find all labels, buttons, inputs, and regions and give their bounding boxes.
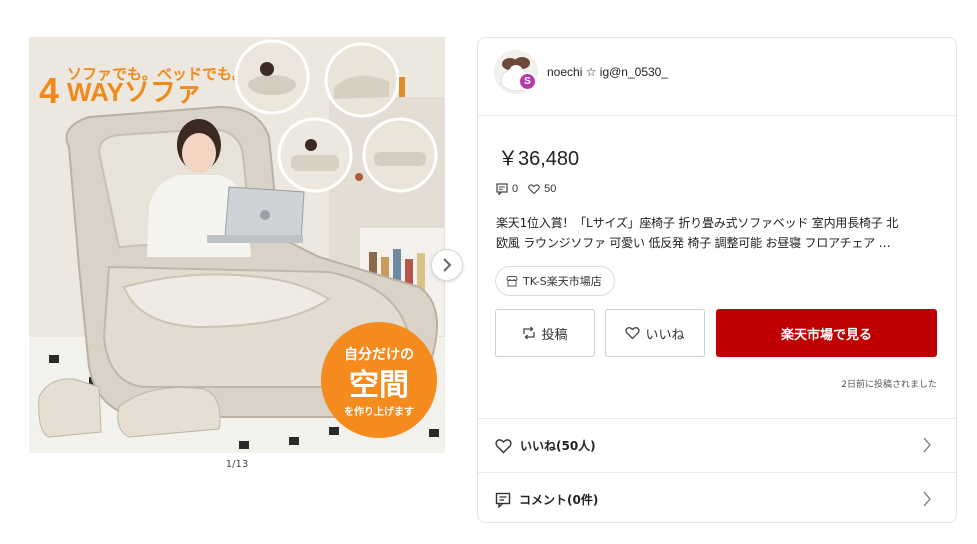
user-badge: S [518,72,537,91]
description-line2: 欧風 ラウンジソファ 可愛い 低反発 椅子 調整可能 お昼寝 フロアチェア … [496,236,891,250]
stats-bar: 0 50 [496,183,566,195]
heart-icon [625,327,641,340]
comments-row[interactable]: コメント(0件) [478,472,956,526]
description-line1: 楽天1位入賞！「Lサイズ」座椅子 折り畳み式ソファベッド 室内用長椅子 北 [496,216,899,230]
username[interactable]: noechi ☆ ig@n_0530_ [547,65,668,79]
post-button[interactable]: 投稿 [495,309,595,357]
comment-count: 0 [512,183,519,195]
badge-line1: 自分だけの [344,346,414,362]
headline-num: 4 [39,70,59,111]
comment-icon [496,183,508,195]
shop-name: TK-S楽天市場店 [523,275,602,288]
product-info-panel: S noechi ☆ ig@n_0530_ ￥36,480 0 50 楽天1位入… [477,37,957,523]
inset-photo-3 [277,117,353,193]
product-photo: ソファでも。ベッドでも。 4 WAYソファ 自分だけの 空間 を作り上げます [29,37,445,453]
chevron-right-icon [923,491,931,507]
likes-row-label: いいね(50人) [520,439,596,453]
comment-stat: 0 [496,183,518,195]
badge-line3: を作り上げます [344,405,414,418]
product-image[interactable]: ソファでも。ベッドでも。 4 WAYソファ 自分だけの 空間 を作り上げます [29,37,445,453]
heart-icon [495,438,512,454]
comment-icon [495,492,511,508]
next-image-button[interactable] [431,249,463,281]
like-button[interactable]: いいね [605,309,705,357]
repost-icon [523,326,536,340]
price: ￥36,480 [498,148,580,170]
posted-time: 2日前に投稿されました [841,380,937,390]
chevron-right-icon [443,258,452,272]
product-description: 楽天1位入賞！「Lサイズ」座椅子 折り畳み式ソファベッド 室内用長椅子 北 欧風… [496,213,936,253]
post-label: 投稿 [541,327,568,343]
likes-row[interactable]: いいね(50人) [478,418,956,472]
store-icon [506,276,518,287]
feature-badge: 自分だけの 空間 を作り上げます [321,322,437,438]
chevron-right-icon [923,437,931,453]
like-label: いいね [645,327,685,343]
heart-icon [528,184,540,195]
user-header[interactable]: S noechi ☆ ig@n_0530_ [478,38,956,116]
comments-row-label: コメント(0件) [519,493,599,507]
inset-photo-1 [234,39,310,115]
image-page-counter: 1/13 [225,459,249,470]
like-stat: 50 [528,183,556,195]
view-on-rakuten-button[interactable]: 楽天市場で見る [716,309,937,357]
badge-line2: 空間 [349,369,409,402]
like-count: 50 [544,183,557,195]
headline-main: WAYソファ [67,77,202,107]
shop-link[interactable]: TK-S楽天市場店 [495,266,615,296]
